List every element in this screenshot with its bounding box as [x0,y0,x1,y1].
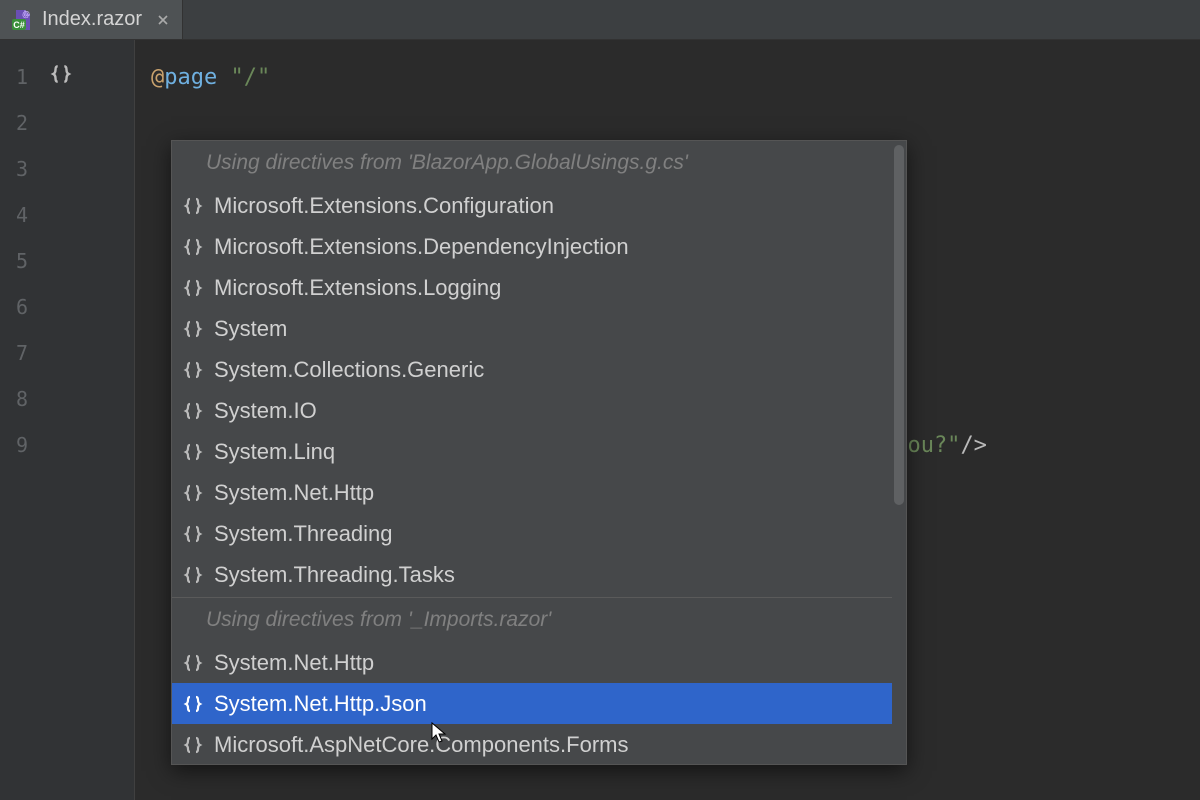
svg-text:@: @ [22,10,30,19]
namespace-icon [182,482,204,504]
namespace-icon [182,523,204,545]
line-number: 6 [16,284,28,330]
autocomplete-item-label: System.Collections.Generic [214,357,484,383]
svg-text:C#: C# [13,20,25,30]
autocomplete-item-label: System [214,316,287,342]
autocomplete-item-label: System.Net.Http.Json [214,691,427,717]
autocomplete-item-label: System.Net.Http [214,650,374,676]
autocomplete-item-label: Microsoft.Extensions.DependencyInjection [214,234,629,260]
razor-directive-token: page [164,65,217,90]
editor: 1 2 3 4 5 6 7 8 9 @page "/" [0,40,1200,800]
string-token: "/" [230,65,270,90]
autocomplete-group-header: Using directives from 'BlazorApp.GlobalU… [172,141,892,185]
close-icon[interactable] [154,11,172,29]
line-number: 4 [16,192,28,238]
autocomplete-item[interactable]: System [172,308,892,349]
autocomplete-popup: Using directives from 'BlazorApp.GlobalU… [171,140,907,765]
line-number: 2 [16,100,28,146]
autocomplete-item[interactable]: System.Net.Http [172,472,892,513]
autocomplete-item-label: Microsoft.AspNetCore.Components.Forms [214,732,628,758]
namespace-icon [182,693,204,715]
autocomplete-item-label: Microsoft.Extensions.Logging [214,275,501,301]
tab-index-razor[interactable]: C# @ Index.razor [0,0,183,39]
autocomplete-item-label: System.IO [214,398,317,424]
autocomplete-item[interactable]: System.Net.Http [172,642,892,683]
autocomplete-item[interactable]: System.IO [172,390,892,431]
autocomplete-item[interactable]: Microsoft.Extensions.Logging [172,267,892,308]
autocomplete-list[interactable]: Using directives from 'BlazorApp.GlobalU… [172,141,892,764]
line-number-gutter: 1 2 3 4 5 6 7 8 9 [0,40,44,800]
tag-close-token: /> [960,433,987,458]
namespace-icon [182,277,204,299]
autocomplete-item-label: System.Net.Http [214,480,374,506]
line-number: 5 [16,238,28,284]
namespace-icon [182,734,204,756]
tab-label: Index.razor [42,8,142,31]
autocomplete-item[interactable]: System.Collections.Generic [172,349,892,390]
namespace-icon [182,318,204,340]
fold-gutter [44,40,134,800]
line-number: 8 [16,376,28,422]
namespace-icon [182,195,204,217]
namespace-icon [182,236,204,258]
namespace-icon [182,400,204,422]
namespace-icon [182,652,204,674]
autocomplete-item-label: System.Threading [214,521,393,547]
autocomplete-item[interactable]: System.Net.Http.Json [172,683,892,724]
autocomplete-item-label: System.Threading.Tasks [214,562,455,588]
line-number: 7 [16,330,28,376]
code-area[interactable]: @page "/" king for you?"/> Using directi… [134,40,1200,800]
autocomplete-item[interactable]: System.Threading.Tasks [172,554,892,595]
namespace-icon [182,441,204,463]
tab-bar: C# @ Index.razor [0,0,1200,40]
autocomplete-group-header: Using directives from '_Imports.razor' [172,598,892,642]
csharp-razor-file-icon: C# @ [10,8,34,32]
autocomplete-item-label: Microsoft.Extensions.Configuration [214,193,554,219]
autocomplete-item[interactable]: Microsoft.Extensions.Configuration [172,185,892,226]
autocomplete-item[interactable]: Microsoft.AspNetCore.Components.Forms [172,724,892,764]
namespace-icon [182,564,204,586]
autocomplete-item[interactable]: System.Linq [172,431,892,472]
popup-scrollbar[interactable] [892,141,906,764]
autocomplete-item[interactable]: Microsoft.Extensions.DependencyInjection [172,226,892,267]
line-number: 1 [16,54,28,100]
namespace-icon [50,63,72,91]
autocomplete-item-label: System.Linq [214,439,335,465]
namespace-icon [182,359,204,381]
code-line[interactable]: @page "/" [135,54,1200,100]
line-number: 9 [16,422,28,468]
scrollbar-thumb[interactable] [894,145,904,505]
razor-at-token: @ [151,65,164,90]
autocomplete-item[interactable]: System.Threading [172,513,892,554]
line-number: 3 [16,146,28,192]
